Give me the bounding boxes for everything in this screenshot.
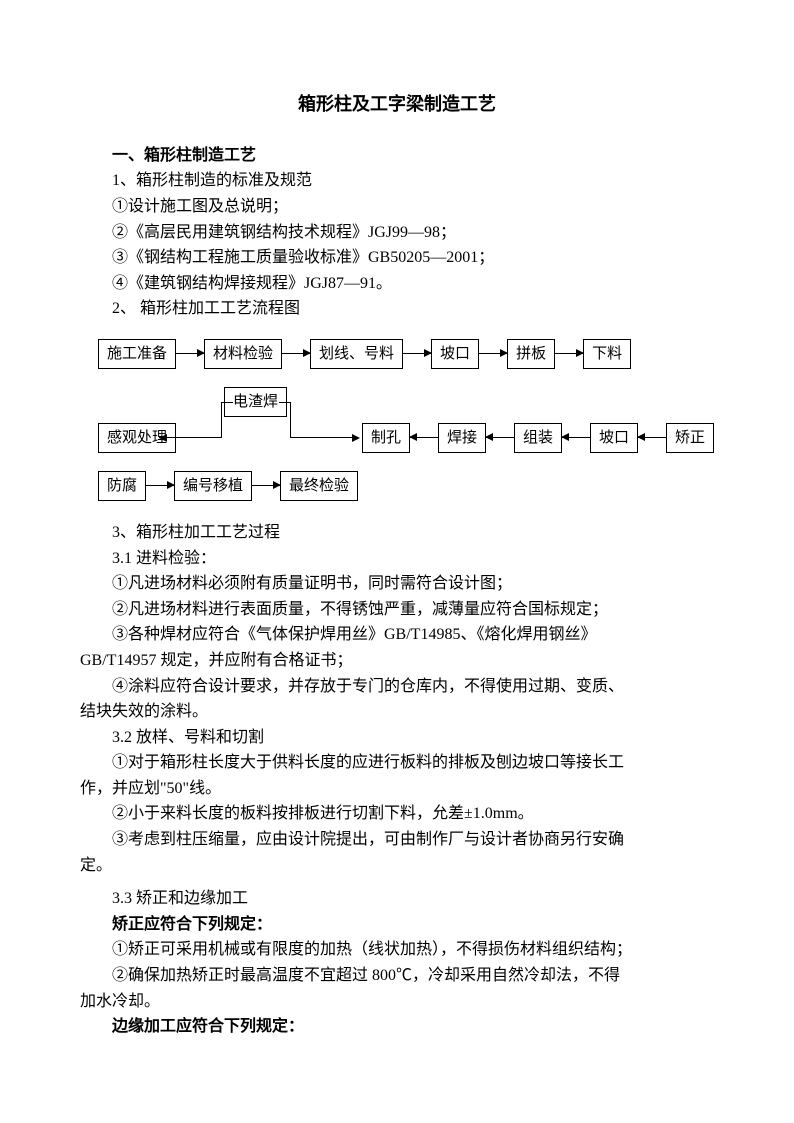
text-line: 作，并应划"50"线。 (80, 776, 714, 802)
text-line: ②《高层民用建筑钢结构技术规程》JGJ99—98； (80, 220, 714, 246)
text-line: ①凡进场材料必须附有质量证明书，同时需符合设计图； (80, 571, 714, 597)
heading-bold: 边缘加工应符合下列规定： (80, 1014, 714, 1040)
text-line: ④涂料应符合设计要求，并存放于专门的仓库内，不得使用过期、变质、 (80, 674, 714, 700)
flow-box: 施工准备 (98, 339, 176, 369)
text-line: ②小于来料长度的板料按排板进行切割下料，允差±1.0mm。 (80, 801, 714, 827)
arrow-right-icon (252, 485, 280, 486)
heading-bold: 矫正应符合下列规定： (80, 912, 714, 938)
arrow-right-icon (479, 353, 507, 354)
text-line: ②凡进场材料进行表面质量，不得锈蚀严重，减薄量应符合国标规定； (80, 597, 714, 623)
text-line: 定。 (80, 853, 714, 879)
text-line: 2、 箱形柱加工工艺流程图 (80, 296, 714, 322)
flow-box: 电渣焊 (224, 387, 287, 417)
arrow-right-icon (555, 353, 583, 354)
flow-box: 组装 (514, 423, 562, 453)
arrow-right-icon (146, 485, 174, 486)
flow-row-2-group: 电渣焊 感观处理 制孔 焊接 组装 坡口 矫正 (98, 388, 714, 452)
arrow-right-icon (176, 353, 204, 354)
flow-box: 划线、号料 (310, 339, 403, 369)
arrow-left-icon (486, 437, 514, 438)
flowchart: 施工准备 材料检验 划线、号料 坡口 拼板 下料 电渣焊 感观处理 制孔 焊接 … (80, 334, 714, 506)
text-line: 加水冷却。 (80, 989, 714, 1015)
page-title: 箱形柱及工字梁制造工艺 (80, 90, 714, 119)
arrow-right-icon (282, 353, 310, 354)
text-line: 3、箱形柱加工工艺过程 (80, 520, 714, 546)
text-line: ③考虑到柱压缩量，应由设计院提出，可由制作厂与设计者协商另行安确 (80, 827, 714, 853)
flow-box: 拼板 (507, 339, 555, 369)
text-line: 3.1 进料检验： (80, 546, 714, 572)
flow-box: 制孔 (362, 423, 410, 453)
text-line: ①对于箱形柱长度大于供料长度的应进行板料的排板及刨边坡口等接长工 (80, 750, 714, 776)
text-line: 3.2 放样、号料和切割 (80, 725, 714, 751)
flow-box: 编号移植 (174, 471, 252, 501)
text-line: ③《钢结构工程施工质量验收标准》GB50205—2001； (80, 245, 714, 271)
arrow-left-icon (410, 437, 438, 438)
flow-row-1: 施工准备 材料检验 划线、号料 坡口 拼板 下料 (98, 334, 714, 374)
text-line: ②确保加热矫正时最高温度不宜超过 800℃，冷却采用自然冷却法，不得 (80, 963, 714, 989)
text-line: ①矫正可采用机械或有限度的加热（线状加热），不得损伤材料组织结构； (80, 937, 714, 963)
text-line: 1、箱形柱制造的标准及规范 (80, 168, 714, 194)
flow-row-3: 防腐 编号移植 最终检验 (98, 466, 714, 506)
text-line: 结块失效的涂料。 (80, 699, 714, 725)
flow-box: 矫正 (666, 423, 714, 453)
connector-icon (290, 402, 291, 438)
text-line: 3.3 矫正和边缘加工 (80, 886, 714, 912)
flow-box: 坡口 (431, 339, 479, 369)
connector-icon (221, 402, 222, 438)
flow-box: 坡口 (590, 423, 638, 453)
flow-box: 防腐 (98, 471, 146, 501)
text-line: ③各种焊材应符合《气体保护焊用丝》GB/T14985、《熔化焊用钢丝》 (80, 622, 714, 648)
section-1-heading: 一、箱形柱制造工艺 (80, 143, 714, 169)
text-line: ①设计施工图及总说明； (80, 194, 714, 220)
flow-box: 焊接 (438, 423, 486, 453)
flow-box: 最终检验 (280, 471, 358, 501)
arrow-left-icon (638, 437, 666, 438)
flow-box: 材料检验 (204, 339, 282, 369)
arrow-right-icon (403, 353, 431, 354)
arrow-left-icon (562, 437, 590, 438)
text-line: ④《建筑钢结构焊接规程》JGJ87—91。 (80, 271, 714, 297)
flow-box: 下料 (583, 339, 631, 369)
text-line: GB/T14957 规定，并应附有合格证书； (80, 648, 714, 674)
